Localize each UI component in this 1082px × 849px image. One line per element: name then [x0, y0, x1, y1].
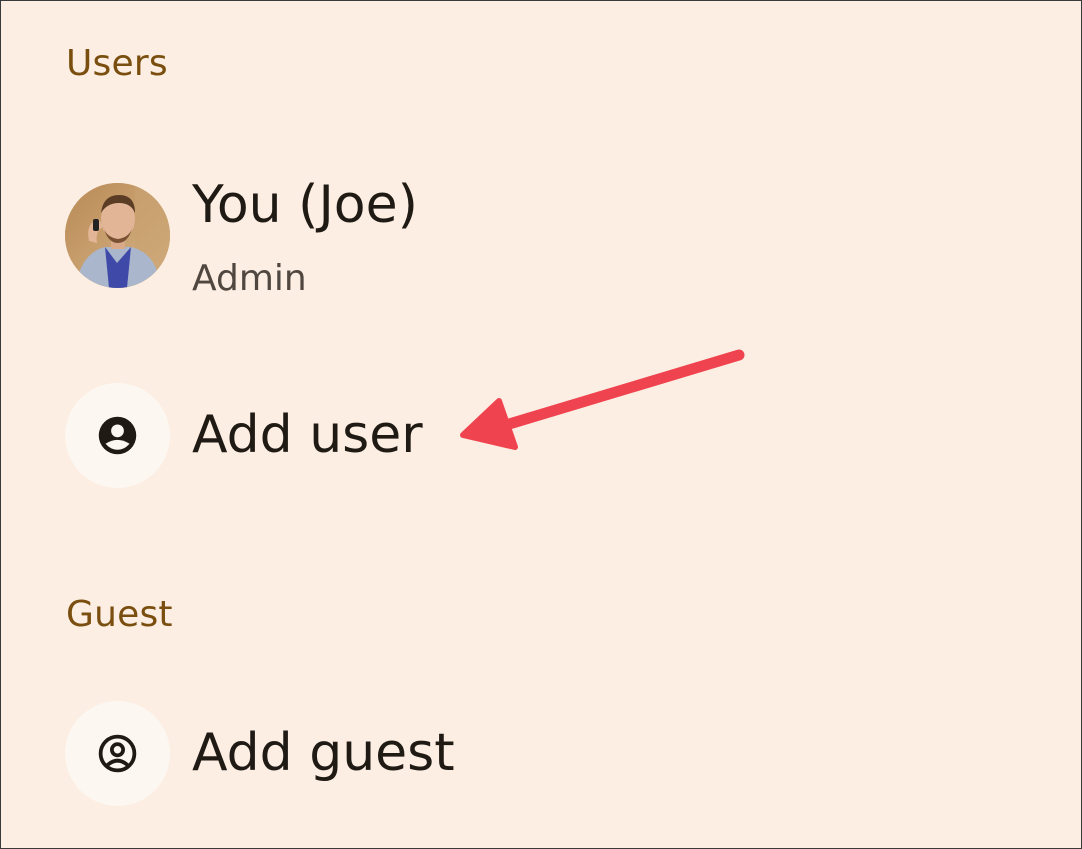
add-user-label: Add user	[192, 405, 423, 465]
add-guest-icon-container	[65, 701, 170, 806]
avatar-photo	[65, 183, 170, 288]
account-circle-icon	[98, 416, 137, 455]
add-user-icon-container	[65, 383, 170, 488]
user-avatar	[65, 183, 170, 288]
current-user-name: You (Joe)	[192, 175, 418, 235]
guest-section-header: Guest	[66, 594, 173, 635]
users-settings-screen: Users You (Joe) Admin Add user Guest Add…	[0, 0, 1082, 849]
current-user-role: Admin	[192, 258, 307, 299]
account-circle-outline-icon	[98, 734, 137, 773]
current-user-row[interactable]: You (Joe) Admin	[1, 161, 1081, 311]
add-guest-row[interactable]: Add guest	[1, 689, 1081, 814]
add-guest-label: Add guest	[192, 723, 455, 783]
users-section-header: Users	[66, 43, 168, 84]
add-user-row[interactable]: Add user	[1, 373, 1081, 498]
